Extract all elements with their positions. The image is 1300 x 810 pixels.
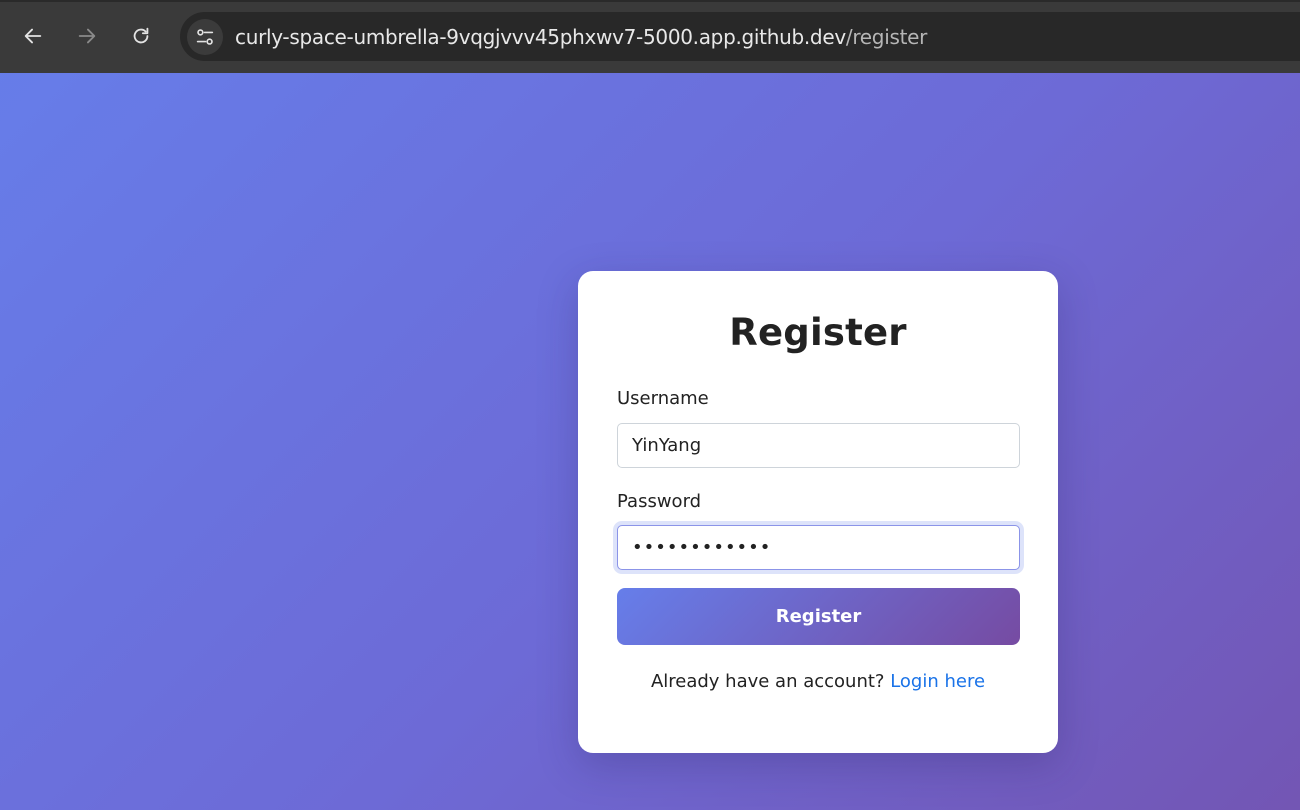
password-label: Password: [617, 491, 702, 512]
reload-icon: [133, 27, 149, 44]
address-bar[interactable]: curly-space-umbrella-9vqgjvvv45phxwv7-50…: [180, 12, 1300, 61]
url-host: curly-space-umbrella-9vqgjvvv45phxwv7-50…: [235, 24, 846, 49]
register-button[interactable]: Register: [617, 588, 1020, 645]
browser-chrome: curly-space-umbrella-9vqgjvvv45phxwv7-50…: [0, 0, 1300, 73]
register-card: Register Username Password Register Alre…: [578, 271, 1058, 753]
forward-arrow-icon: [78, 28, 96, 44]
url-text[interactable]: curly-space-umbrella-9vqgjvvv45phxwv7-50…: [235, 25, 927, 49]
username-label: Username: [617, 388, 709, 409]
tab-strip-edge: [0, 0, 1300, 2]
page-background: Register Username Password Register Alre…: [0, 73, 1300, 810]
login-link[interactable]: Login here: [890, 671, 985, 692]
site-settings-button[interactable]: [187, 18, 223, 55]
forward-button[interactable]: [68, 17, 106, 55]
site-settings-icon: [196, 28, 214, 45]
back-button[interactable]: [14, 17, 52, 55]
password-input[interactable]: [617, 525, 1020, 570]
reload-button[interactable]: [122, 17, 160, 55]
login-prompt: Already have an account? Login here: [578, 671, 1058, 692]
back-arrow-icon: [24, 28, 42, 44]
login-prompt-text: Already have an account?: [650, 671, 891, 692]
page-title: Register: [729, 311, 907, 354]
username-input[interactable]: [617, 423, 1020, 468]
url-path: /register: [845, 24, 928, 49]
